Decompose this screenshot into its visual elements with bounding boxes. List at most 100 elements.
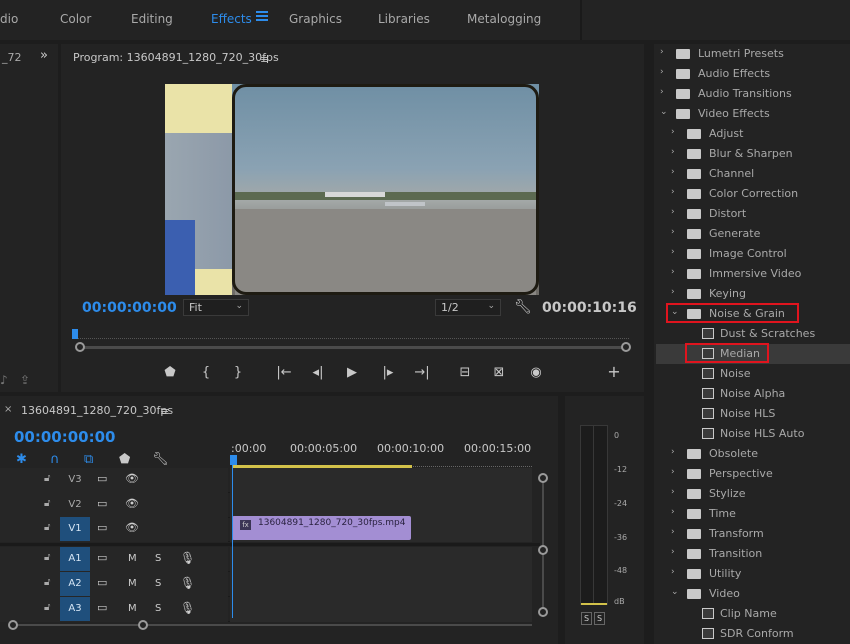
eye-icon[interactable]: 👁︎	[125, 497, 139, 510]
export-frame-icon[interactable]: ◉	[526, 365, 546, 380]
program-title[interactable]: Program: 13604891_1280_720_30fps	[73, 51, 279, 64]
chevron-right-icon[interactable]: ›	[671, 147, 675, 157]
effects-tree-item-audio-effects[interactable]: › Audio Effects	[656, 64, 850, 84]
eye-icon[interactable]: 👁︎	[125, 472, 139, 485]
sequence-menu-icon[interactable]: ≡	[160, 405, 169, 418]
eye-icon[interactable]: 👁︎	[125, 521, 139, 534]
tab-graphics[interactable]: Graphics	[289, 12, 342, 26]
track-lane[interactable]	[230, 597, 532, 622]
effects-tree-item-immersive-video[interactable]: › Immersive Video	[656, 264, 850, 284]
effects-tree-item-adjust[interactable]: › Adjust	[656, 124, 850, 144]
tab-libraries[interactable]: Libraries	[378, 12, 430, 26]
vscroll-handle-bottom[interactable]	[538, 607, 548, 617]
tab-editing[interactable]: Editing	[131, 12, 173, 26]
effects-tree-item-time[interactable]: › Time	[656, 504, 850, 524]
add-button-icon[interactable]: +	[604, 362, 624, 381]
microphone-icon[interactable]: 🎙︎	[180, 601, 195, 615]
mark-out-icon[interactable]: }	[228, 365, 248, 380]
playback-resolution-dropdown[interactable]: 1/2 ⌄	[435, 299, 501, 316]
effects-tree-item-perspective[interactable]: › Perspective	[656, 464, 850, 484]
sync-lock-film-icon[interactable]: ▭	[97, 551, 107, 564]
track-lane[interactable]	[230, 468, 532, 493]
solo-right-button[interactable]: S	[594, 612, 605, 625]
mark-in-icon[interactable]: {	[196, 365, 216, 380]
tab-effects[interactable]: Effects	[211, 12, 252, 26]
lock-icon[interactable]: 🔓︎	[44, 552, 50, 563]
chevron-right-icon[interactable]: ›	[671, 547, 675, 557]
chevron-right-icon[interactable]: ›	[671, 127, 675, 137]
program-zoom-scrollbar[interactable]	[80, 346, 626, 349]
zoom-fit-dropdown[interactable]: Fit ⌄	[183, 299, 249, 316]
chevron-right-icon[interactable]: ›	[671, 267, 675, 277]
track-lane[interactable]	[230, 572, 532, 597]
hscroll-handle-left[interactable]	[8, 620, 18, 630]
chevron-right-icon[interactable]: ›	[671, 507, 675, 517]
chevron-right-icon[interactable]: ›	[671, 227, 675, 237]
timeline-timecode[interactable]: 00:00:00:00	[14, 428, 116, 446]
chevron-right-icon[interactable]: ›	[671, 527, 675, 537]
effects-tree-item-obsolete[interactable]: › Obsolete	[656, 444, 850, 464]
effects-tree-item-dust-scratches[interactable]: Dust & Scratches	[656, 324, 850, 344]
effects-tree-item-sdr-conform[interactable]: SDR Conform	[656, 624, 850, 644]
effects-tree-item-clip-name[interactable]: Clip Name	[656, 604, 850, 624]
track-lane[interactable]	[230, 547, 532, 572]
video-audio-divider[interactable]	[0, 543, 540, 546]
chevron-right-icon[interactable]: ›	[671, 167, 675, 177]
track-name[interactable]: A3	[60, 597, 90, 621]
chevron-right-icon[interactable]: ›	[660, 67, 664, 77]
effects-tree-item-keying[interactable]: › Keying	[656, 284, 850, 304]
track-name[interactable]: V1	[60, 517, 90, 541]
play-icon[interactable]: ▶	[342, 365, 362, 380]
add-marker-icon[interactable]: ⬟	[160, 365, 180, 380]
sync-lock-film-icon[interactable]: ▭	[97, 601, 107, 614]
sync-lock-film-icon[interactable]: ▭	[97, 472, 107, 485]
program-time-ruler[interactable]	[74, 335, 629, 339]
mute-button[interactable]: M	[128, 553, 137, 564]
close-icon[interactable]: ×	[4, 404, 12, 415]
tab-metalogging[interactable]: Metalogging	[467, 12, 541, 26]
effects-tree-item-video-effects[interactable]: ⌄ Video Effects	[656, 104, 850, 124]
sync-lock-film-icon[interactable]: ▭	[97, 576, 107, 589]
effects-tree-item-video[interactable]: ⌄ Video	[656, 584, 850, 604]
export-icon[interactable]: ⇪	[20, 373, 30, 387]
settings-wrench-icon[interactable]: 🔧︎	[514, 299, 532, 315]
vscroll-handle-top[interactable]	[538, 473, 548, 483]
effects-tree-item-noise-alpha[interactable]: Noise Alpha	[656, 384, 850, 404]
effects-tree-item-transform[interactable]: › Transform	[656, 524, 850, 544]
effects-tree-item-distort[interactable]: › Distort	[656, 204, 850, 224]
solo-button[interactable]: S	[155, 578, 161, 589]
chevron-right-icon[interactable]: ›	[671, 187, 675, 197]
chevron-down-icon[interactable]: ⌄	[671, 587, 679, 597]
program-playhead[interactable]	[72, 329, 78, 339]
chevron-right-icon[interactable]: ›	[671, 467, 675, 477]
effects-tree-item-image-control[interactable]: › Image Control	[656, 244, 850, 264]
chevron-right-icon[interactable]: ›	[671, 207, 675, 217]
sync-lock-film-icon[interactable]: ▭	[97, 521, 107, 534]
timeline-settings-wrench-icon[interactable]: 🔧︎	[152, 452, 169, 467]
effects-tree-item-lumetri-presets[interactable]: › Lumetri Presets	[656, 44, 850, 64]
mute-button[interactable]: M	[128, 603, 137, 614]
hscroll-handle-right[interactable]	[138, 620, 148, 630]
lock-icon[interactable]: 🔓︎	[44, 498, 50, 509]
effects-tree-item-channel[interactable]: › Channel	[656, 164, 850, 184]
source-panel-tab[interactable]: _72	[2, 51, 22, 64]
chevron-down-icon[interactable]: ⌄	[660, 107, 668, 117]
effects-tree-item-audio-transitions[interactable]: › Audio Transitions	[656, 84, 850, 104]
nest-icon[interactable]: ✱	[16, 452, 27, 467]
timeline-horizontal-scrollbar[interactable]	[12, 624, 532, 626]
lock-icon[interactable]: 🔓︎	[44, 602, 50, 613]
effects-tree-item-noise-hls[interactable]: Noise HLS	[656, 404, 850, 424]
lock-icon[interactable]: 🔓︎	[44, 522, 50, 533]
effects-tree-item-color-correction[interactable]: › Color Correction	[656, 184, 850, 204]
lift-icon[interactable]: ⊟	[455, 365, 475, 380]
workspace-menu-icon[interactable]	[256, 11, 268, 23]
track-name[interactable]: V2	[60, 493, 90, 517]
chevron-right-icon[interactable]: ›	[671, 447, 675, 457]
program-current-timecode[interactable]: 00:00:00:00	[82, 300, 177, 316]
chevron-right-icon[interactable]: ›	[660, 87, 664, 97]
lock-icon[interactable]: 🔓︎	[44, 473, 50, 484]
timeline-playhead-handle[interactable]	[230, 455, 237, 465]
chevron-right-icon[interactable]: ›	[660, 47, 664, 57]
microphone-icon[interactable]: 🎙︎	[180, 576, 195, 590]
scroll-handle-right[interactable]	[621, 342, 631, 352]
